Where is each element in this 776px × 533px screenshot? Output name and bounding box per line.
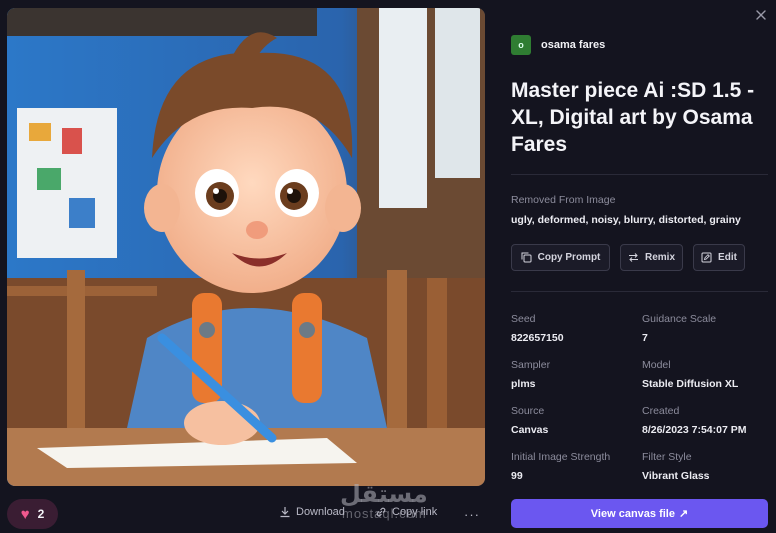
heart-icon: ♥ <box>20 505 30 523</box>
generation-details: Seed 822657150 Guidance Scale 7 Sampler … <box>511 313 768 482</box>
page-title: Master piece Ai :SD 1.5 - XL, Digital ar… <box>511 79 755 156</box>
author-name[interactable]: osama fares <box>541 39 605 51</box>
strength-value: 99 <box>511 470 523 482</box>
copy-prompt-label: Copy Prompt <box>537 252 601 263</box>
download-icon <box>280 507 290 518</box>
image-toolbar: ♥ 2 Download Copy link ··· <box>7 499 485 529</box>
negative-prompt-label: Removed From Image <box>511 194 616 206</box>
like-button[interactable]: ♥ 2 <box>7 499 58 529</box>
strength-field: Initial Image Strength 99 <box>511 451 642 482</box>
copy-prompt-button[interactable]: Copy Prompt <box>511 244 610 271</box>
negative-prompt-text: ugly, deformed, noisy, blurry, distorted… <box>511 214 741 226</box>
artwork-illustration <box>7 8 485 486</box>
edit-button[interactable]: Edit <box>693 244 745 271</box>
remix-label: Remix <box>644 252 675 263</box>
sampler-field: Sampler plms <box>511 359 642 390</box>
sampler-label: Sampler <box>511 359 551 371</box>
divider <box>511 291 768 292</box>
source-field: Source Canvas <box>511 405 642 436</box>
source-label: Source <box>511 405 545 417</box>
seed-field: Seed 822657150 <box>511 313 642 344</box>
artwork-image[interactable] <box>7 8 485 486</box>
model-label: Model <box>642 359 671 371</box>
download-button[interactable]: Download <box>279 506 345 518</box>
external-link-icon: ↗ <box>678 508 689 520</box>
model-value: Stable Diffusion XL <box>642 378 739 390</box>
filter-label: Filter Style <box>642 451 692 463</box>
model-field: Model Stable Diffusion XL <box>642 359 768 390</box>
copy-link-button[interactable]: Copy link <box>375 506 437 518</box>
guidance-field: Guidance Scale 7 <box>642 313 768 344</box>
author-row[interactable]: o osama fares <box>511 35 768 55</box>
link-icon <box>376 507 386 517</box>
seed-label: Seed <box>511 313 536 325</box>
guidance-label: Guidance Scale <box>642 313 717 325</box>
guidance-value: 7 <box>642 332 648 344</box>
details-panel: o osama fares Master piece Ai :SD 1.5 - … <box>511 35 768 482</box>
copy-link-label: Copy link <box>392 506 438 518</box>
filter-field: Filter Style Vibrant Glass <box>642 451 768 482</box>
download-label: Download <box>296 506 345 518</box>
seed-value: 822657150 <box>511 332 564 344</box>
view-canvas-label: View canvas file <box>590 507 675 520</box>
strength-label: Initial Image Strength <box>511 451 611 463</box>
prompt-actions: Copy Prompt Remix Edit <box>511 244 768 271</box>
avatar: o <box>511 35 531 55</box>
more-options-icon[interactable]: ··· <box>464 507 480 522</box>
like-count: 2 <box>37 507 45 521</box>
copy-icon <box>521 252 532 263</box>
remix-icon <box>628 253 638 262</box>
view-canvas-button[interactable]: View canvas file ↗ <box>511 499 768 528</box>
filter-value: Vibrant Glass <box>642 470 710 482</box>
created-field: Created 8/26/2023 7:54:07 PM <box>642 405 768 436</box>
close-icon[interactable] <box>754 8 768 22</box>
created-value: 8/26/2023 7:54:07 PM <box>642 424 747 436</box>
source-value: Canvas <box>511 424 549 436</box>
sampler-value: plms <box>511 378 536 390</box>
edit-icon <box>701 252 712 263</box>
remix-button[interactable]: Remix <box>620 244 683 271</box>
created-label: Created <box>642 405 680 417</box>
divider <box>511 174 768 175</box>
edit-label: Edit <box>718 252 737 263</box>
